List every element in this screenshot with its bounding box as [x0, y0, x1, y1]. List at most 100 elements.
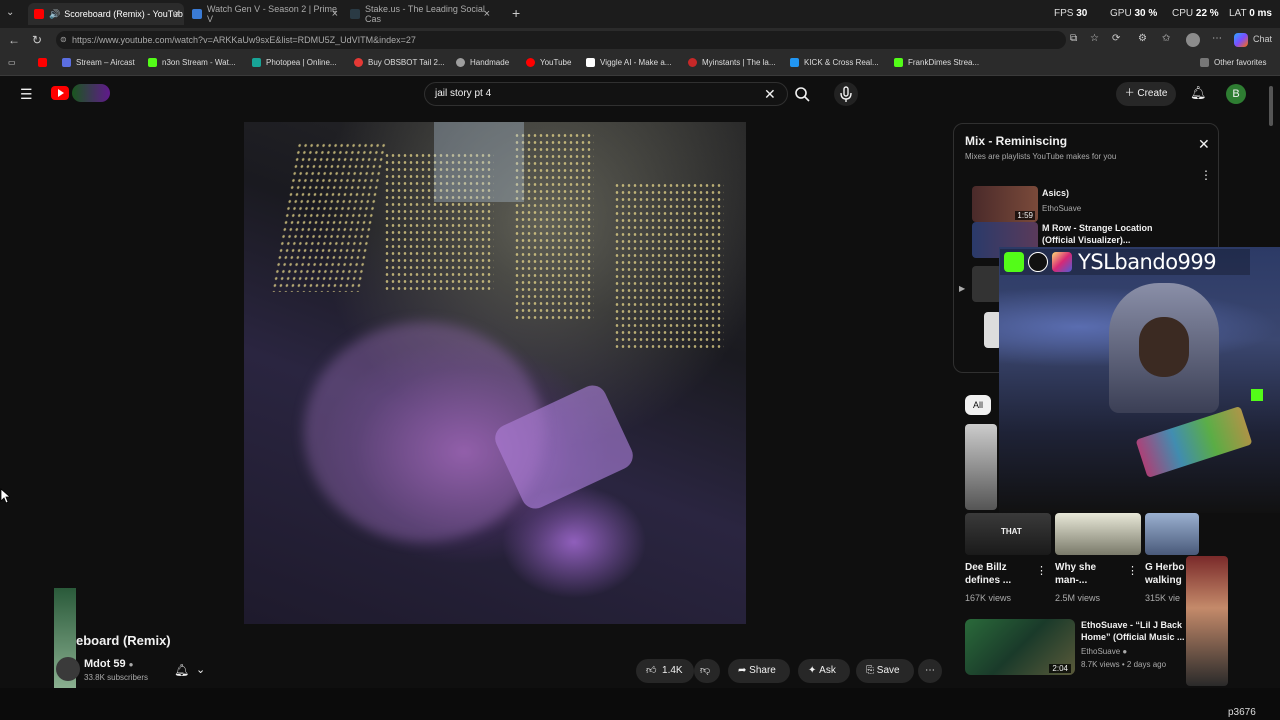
chat-button[interactable]: Chat — [1253, 34, 1272, 44]
city-lights — [614, 182, 724, 352]
create-button[interactable]: ＋ Create — [1116, 82, 1176, 106]
recommendation-title[interactable]: EthoSuave - “Lil J Back Home” (Official … — [1081, 619, 1185, 643]
bookmark-myinstants[interactable]: Myinstants | The la... — [688, 58, 776, 67]
hamburger-menu-icon[interactable]: ☰ — [20, 86, 33, 103]
kick-icon — [894, 58, 903, 67]
lat-stat: LAT 0 ms — [1229, 8, 1272, 19]
search-query-text: jail story pt 4 — [435, 88, 492, 99]
recommendation-channel[interactable]: EthoSuave ● — [1081, 647, 1127, 656]
bookmark-photopea[interactable]: Photopea | Online... — [252, 58, 337, 67]
globe-icon — [456, 58, 465, 67]
bookmark-frankdimes[interactable]: FrankDimes Strea... — [894, 58, 979, 67]
dislike-button[interactable]: 👎︎ — [694, 659, 720, 683]
bookmark-kick-cross[interactable]: KICK & Cross Real... — [790, 58, 879, 67]
like-count: 1.4K — [662, 665, 683, 676]
short-title[interactable]: Why she man-... — [1055, 561, 1125, 587]
tiktok-icon — [1028, 252, 1048, 272]
recommendation-meta: 8.7K views • 2 days ago — [1081, 660, 1167, 669]
url-field[interactable]: ⊜ https://www.youtube.com/watch?v=ARKKaU… — [56, 31, 1066, 49]
tab-prime-video[interactable]: Watch Gen V - Season 2 | Prime V × — [186, 3, 342, 25]
doodle-logo-icon[interactable] — [72, 84, 110, 102]
mix-more-icon[interactable]: ⋮ — [1200, 168, 1212, 182]
refresh-extension-icon[interactable]: ⟳ — [1112, 33, 1120, 44]
tab-list-chevron-icon[interactable]: ⌄ — [6, 7, 14, 18]
short-thumbnail[interactable] — [965, 424, 997, 510]
search-input[interactable]: jail story pt 4 — [424, 82, 788, 106]
save-button[interactable]: ⎘ Save — [856, 659, 914, 683]
channel-avatar[interactable] — [56, 657, 80, 681]
other-favorites[interactable]: Other favorites — [1200, 58, 1266, 67]
channel-name[interactable]: Mdot 59 ● — [84, 658, 133, 670]
aircast-icon — [62, 58, 71, 67]
bookmark-handmade[interactable]: Handmade — [456, 58, 509, 67]
search-button[interactable] — [788, 82, 816, 106]
fps-stat: FPS 30 — [1054, 8, 1088, 19]
sticker-overlay — [1186, 556, 1228, 686]
save-label: Save — [876, 665, 900, 676]
notifications-bell-icon[interactable]: 🔔︎ — [1190, 85, 1207, 101]
tab-label: Stake.us - The Leading Social Cas — [365, 4, 485, 24]
tab-stake[interactable]: Stake.us - The Leading Social Cas × — [344, 3, 494, 25]
folder-icon — [1200, 58, 1209, 67]
scrollbar-thumb[interactable] — [1269, 86, 1273, 126]
bookmark-youtube[interactable]: YouTube — [526, 58, 571, 67]
watermark-text: p3676 — [1228, 707, 1256, 718]
close-tab-icon[interactable]: × — [484, 8, 490, 20]
site-info-icon[interactable]: ⊜ — [60, 31, 67, 49]
short-thumbnail[interactable]: THAT — [965, 513, 1051, 555]
mix-item-title[interactable]: Asics) — [1042, 188, 1069, 198]
back-icon[interactable]: ← — [8, 33, 20, 47]
extensions-icon[interactable]: ⚙ — [1138, 33, 1147, 44]
account-avatar[interactable]: B — [1226, 84, 1246, 104]
bookmarks-bar: ▭ Stream – Aircast n3on Stream - Wat... … — [0, 52, 1280, 76]
ask-button[interactable]: ✦ Ask — [798, 659, 850, 683]
subscribe-bell-button[interactable]: 🔔︎ ⌄ — [168, 659, 216, 683]
chip-all[interactable]: All — [965, 395, 991, 415]
close-mix-icon[interactable]: ✕ — [1198, 136, 1210, 153]
bookmark-obsbot[interactable]: Buy OBSBOT Tail 2... — [354, 58, 445, 67]
mix-item-thumbnail[interactable]: 1:59 — [972, 186, 1038, 222]
url-text: https://www.youtube.com/watch?v=ARKKaUw9… — [72, 35, 416, 45]
like-button[interactable]: 👍︎ 1.4K — [636, 659, 694, 683]
chevron-down-icon: ⌄ — [196, 664, 206, 676]
page-scrollbar[interactable] — [1268, 86, 1274, 676]
bookmark-n3on[interactable]: n3on Stream - Wat... — [148, 58, 236, 67]
bookmark-aircast[interactable]: Stream – Aircast — [62, 58, 135, 67]
short-thumbnail[interactable] — [1145, 513, 1199, 555]
new-tab-button[interactable]: + — [512, 5, 520, 21]
thumbs-down-icon: 👎︎ — [700, 665, 711, 676]
short-views: 167K views — [965, 593, 1012, 603]
short-title[interactable]: Dee Billz defines ... — [965, 561, 1035, 587]
share-button[interactable]: ➦ Share — [728, 659, 790, 683]
search-icon — [795, 87, 810, 102]
more-actions-button[interactable]: ⋯ — [918, 659, 942, 683]
close-tab-icon[interactable]: × — [332, 8, 338, 20]
favorite-star-icon[interactable]: ☆ — [1090, 33, 1099, 44]
youtube-logo-icon[interactable] — [51, 86, 69, 100]
mix-item-title[interactable]: M Row - Strange Location (Official Visua… — [1042, 222, 1172, 246]
profile-icon[interactable] — [1186, 33, 1200, 47]
mix-item-thumbnail[interactable] — [972, 266, 1002, 302]
verified-icon: ● — [128, 660, 134, 669]
open-in-app-icon[interactable]: ⧉ — [1070, 33, 1077, 44]
sidebar-toggle-icon[interactable]: ▭ — [8, 58, 16, 67]
microphone-icon — [840, 86, 852, 102]
close-tab-icon[interactable]: × — [174, 8, 180, 20]
short-more-icon[interactable]: ⋮ — [1036, 564, 1047, 577]
reload-icon[interactable]: ↻ — [32, 33, 42, 47]
viggle-icon — [586, 58, 595, 67]
video-thumbnail[interactable]: 2:04 — [965, 619, 1075, 675]
short-thumbnail[interactable] — [1055, 513, 1141, 555]
duration-badge: 1:59 — [1015, 211, 1035, 220]
short-more-icon[interactable]: ⋮ — [1127, 564, 1138, 577]
cpu-stat: CPU 22 % — [1172, 8, 1219, 19]
bookmark-viggle[interactable]: Viggle AI - Make a... — [586, 58, 671, 67]
youtube-bookmark-icon[interactable] — [38, 58, 52, 67]
tab-youtube[interactable]: 🔊 Scoreboard (Remix) - YouTub × — [28, 3, 184, 25]
voice-search-button[interactable] — [834, 82, 858, 106]
clear-search-icon[interactable]: ✕ — [764, 86, 776, 103]
video-player[interactable] — [244, 122, 746, 624]
more-menu-icon[interactable]: ⋯ — [1212, 33, 1222, 44]
favorites-icon[interactable]: ✩ — [1162, 33, 1170, 44]
copilot-icon[interactable] — [1234, 33, 1248, 47]
